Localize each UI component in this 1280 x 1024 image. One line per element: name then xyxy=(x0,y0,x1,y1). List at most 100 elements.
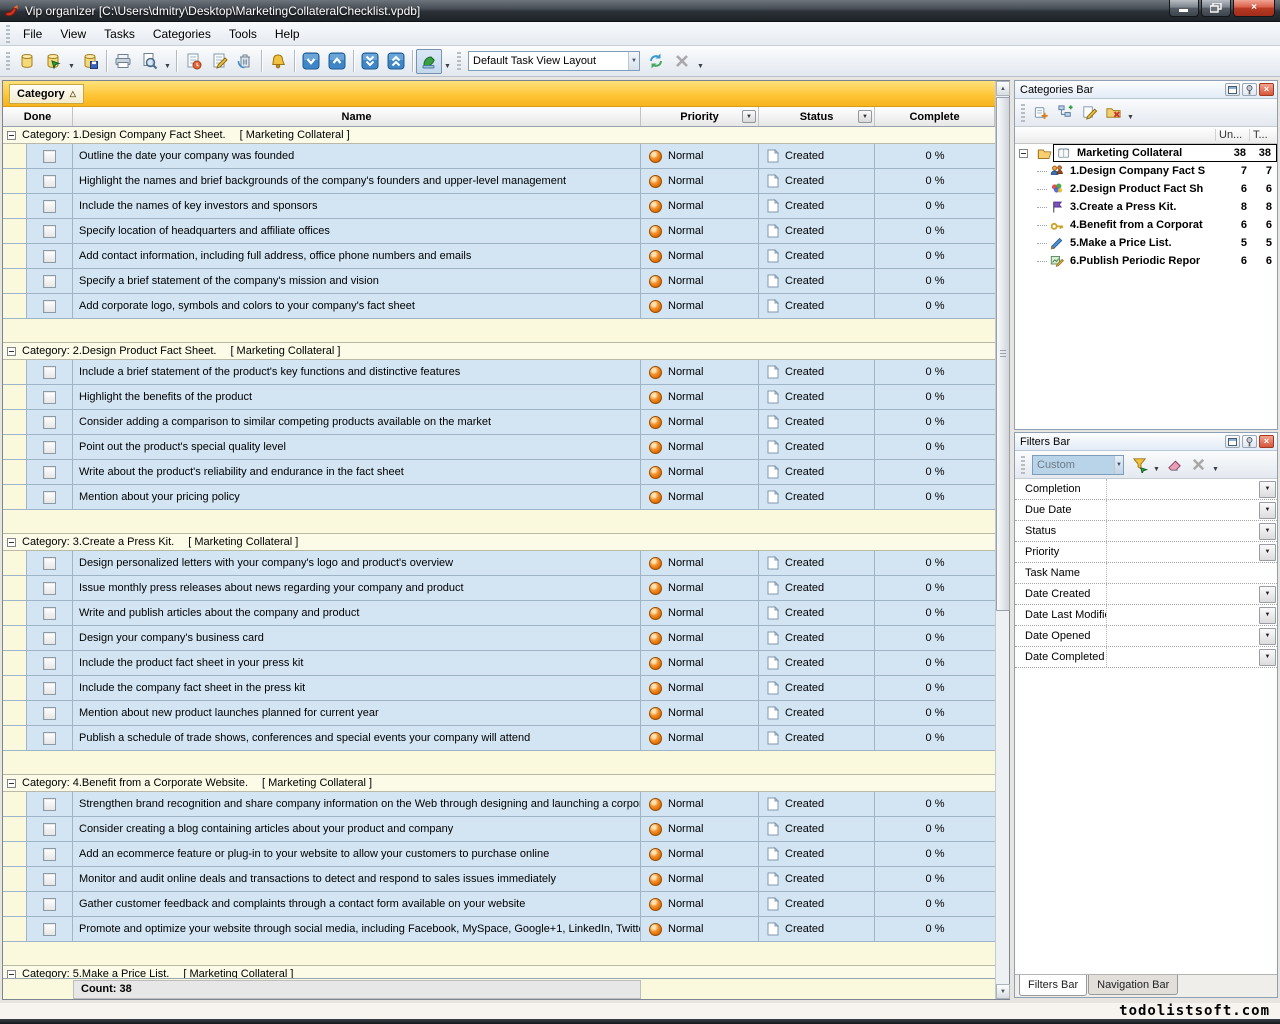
status-cell[interactable]: Created xyxy=(759,410,875,434)
filter-preset-combo[interactable]: Custom▼ xyxy=(1032,455,1124,475)
task-name-cell[interactable]: Consider creating a blog containing arti… xyxy=(73,817,641,841)
done-checkbox[interactable] xyxy=(43,873,56,886)
priority-cell[interactable]: Normal xyxy=(641,917,759,941)
priority-cell[interactable]: Normal xyxy=(641,144,759,168)
priority-cell[interactable]: Normal xyxy=(641,169,759,193)
done-checkbox[interactable] xyxy=(43,582,56,595)
done-checkbox[interactable] xyxy=(43,175,56,188)
task-row[interactable]: Point out the product's special quality … xyxy=(3,435,995,460)
dropdown-caret-icon[interactable]: ▼ xyxy=(1151,452,1162,477)
task-name-cell[interactable]: Monitor and audit online deals and trans… xyxy=(73,867,641,891)
collapse-icon[interactable] xyxy=(7,347,16,356)
panel-restore-icon[interactable] xyxy=(1225,83,1240,96)
move-to-top-button[interactable] xyxy=(383,49,409,74)
task-name-cell[interactable]: Add contact information, including full … xyxy=(73,244,641,268)
priority-cell[interactable]: Normal xyxy=(641,676,759,700)
layout-combo[interactable]: Default Task View Layout▼ xyxy=(468,51,640,71)
task-name-cell[interactable]: Add an ecommerce feature or plug-in to y… xyxy=(73,842,641,866)
status-cell[interactable]: Created xyxy=(759,244,875,268)
done-checkbox[interactable] xyxy=(43,200,56,213)
column-filter-icon[interactable]: ▼ xyxy=(858,110,872,123)
task-row[interactable]: Issue monthly press releases about news … xyxy=(3,576,995,601)
done-checkbox[interactable] xyxy=(43,225,56,238)
status-cell[interactable]: Created xyxy=(759,551,875,575)
collapse-icon[interactable] xyxy=(7,779,16,788)
priority-cell[interactable]: Normal xyxy=(641,244,759,268)
new-task-button[interactable] xyxy=(180,49,206,74)
dropdown-caret-icon[interactable]: ▼ xyxy=(695,49,706,74)
status-cell[interactable]: Created xyxy=(759,676,875,700)
task-row[interactable]: Promote and optimize your website throug… xyxy=(3,917,995,942)
task-name-cell[interactable]: Include a brief statement of the product… xyxy=(73,360,641,384)
task-name-cell[interactable]: Highlight the names and brief background… xyxy=(73,169,641,193)
status-cell[interactable]: Created xyxy=(759,219,875,243)
task-row[interactable]: Highlight the benefits of the productNor… xyxy=(3,385,995,410)
done-checkbox[interactable] xyxy=(43,632,56,645)
priority-cell[interactable]: Normal xyxy=(641,269,759,293)
status-cell[interactable]: Created xyxy=(759,917,875,941)
done-checkbox[interactable] xyxy=(43,466,56,479)
done-checkbox[interactable] xyxy=(43,732,56,745)
status-cell[interactable]: Created xyxy=(759,144,875,168)
task-name-cell[interactable]: Mention about your pricing policy xyxy=(73,485,641,509)
task-name-cell[interactable]: Mention about new product launches plann… xyxy=(73,701,641,725)
priority-cell[interactable]: Normal xyxy=(641,817,759,841)
task-row[interactable]: Mention about new product launches plann… xyxy=(3,701,995,726)
status-cell[interactable]: Created xyxy=(759,460,875,484)
tree-item[interactable]: 1.Design Company Fact S77 xyxy=(1015,162,1277,180)
delete-layout-button[interactable] xyxy=(669,49,695,74)
bell-button[interactable] xyxy=(265,49,291,74)
panel-close-icon[interactable]: × xyxy=(1259,83,1274,96)
scroll-down-button[interactable]: ▼ xyxy=(996,984,1010,999)
done-checkbox[interactable] xyxy=(43,250,56,263)
filter-dropdown-button[interactable]: ▼ xyxy=(1259,586,1276,603)
task-row[interactable]: Outline the date your company was founde… xyxy=(3,144,995,169)
menu-view[interactable]: View xyxy=(51,23,95,45)
menu-file[interactable]: File xyxy=(14,23,51,45)
vertical-scrollbar[interactable]: ▲ ▼ xyxy=(995,81,1009,999)
status-cell[interactable]: Created xyxy=(759,385,875,409)
tab-navigation-bar[interactable]: Navigation Bar xyxy=(1088,975,1178,995)
done-checkbox[interactable] xyxy=(43,823,56,836)
move-to-bottom-button[interactable] xyxy=(357,49,383,74)
task-name-cell[interactable]: Write about the product's reliability an… xyxy=(73,460,641,484)
new-database-button[interactable] xyxy=(14,49,40,74)
task-row[interactable]: Write and publish articles about the com… xyxy=(3,601,995,626)
delete-task-button[interactable] xyxy=(232,49,258,74)
menu-tools[interactable]: Tools xyxy=(220,23,266,45)
task-row[interactable]: Strengthen brand recognition and share c… xyxy=(3,792,995,817)
done-checkbox[interactable] xyxy=(43,682,56,695)
task-row[interactable]: Consider adding a comparison to similar … xyxy=(3,410,995,435)
priority-cell[interactable]: Normal xyxy=(641,726,759,750)
filter-dropdown-button[interactable]: ▼ xyxy=(1259,607,1276,624)
column-header-done[interactable]: Done xyxy=(3,107,73,126)
status-cell[interactable]: Created xyxy=(759,817,875,841)
status-cell[interactable]: Created xyxy=(759,169,875,193)
apply-filter-button[interactable] xyxy=(1127,453,1151,476)
done-checkbox[interactable] xyxy=(43,391,56,404)
filter-dropdown-button[interactable]: ▼ xyxy=(1259,649,1276,666)
done-checkbox[interactable] xyxy=(43,441,56,454)
menu-help[interactable]: Help xyxy=(266,23,309,45)
task-name-cell[interactable]: Include the names of key investors and s… xyxy=(73,194,641,218)
done-checkbox[interactable] xyxy=(43,707,56,720)
task-name-cell[interactable]: Publish a schedule of trade shows, confe… xyxy=(73,726,641,750)
priority-cell[interactable]: Normal xyxy=(641,651,759,675)
column-header-priority[interactable]: Priority▼ xyxy=(641,107,759,126)
task-row[interactable]: Include the names of key investors and s… xyxy=(3,194,995,219)
open-database-button[interactable] xyxy=(40,49,66,74)
task-name-cell[interactable]: Gather customer feedback and complaints … xyxy=(73,892,641,916)
task-row[interactable]: Add an ecommerce feature or plug-in to y… xyxy=(3,842,995,867)
done-checkbox[interactable] xyxy=(43,491,56,504)
task-row[interactable]: Gather customer feedback and complaints … xyxy=(3,892,995,917)
task-name-cell[interactable]: Point out the product's special quality … xyxy=(73,435,641,459)
scroll-up-button[interactable]: ▲ xyxy=(996,81,1010,96)
task-name-cell[interactable]: Specify location of headquarters and aff… xyxy=(73,219,641,243)
task-row[interactable]: Add contact information, including full … xyxy=(3,244,995,269)
collapse-icon[interactable] xyxy=(7,131,16,140)
category-group-header[interactable]: Category: 3.Create a Press Kit.[ Marketi… xyxy=(3,534,995,551)
edit-task-button[interactable] xyxy=(206,49,232,74)
done-checkbox[interactable] xyxy=(43,657,56,670)
panel-restore-icon[interactable] xyxy=(1225,435,1240,448)
add-category-button[interactable] xyxy=(1029,101,1053,124)
